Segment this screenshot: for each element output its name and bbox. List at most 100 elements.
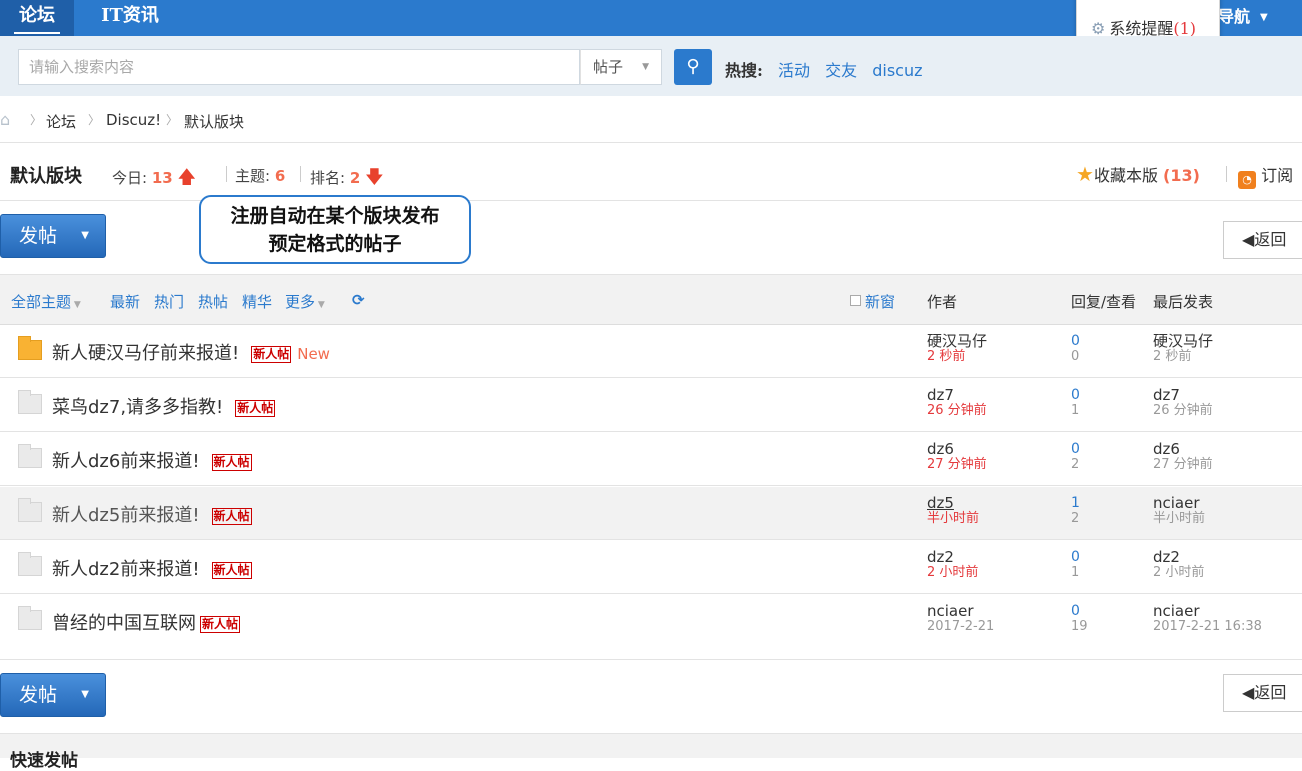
favorite-forum-link[interactable]: ★收藏本版 (13) <box>1076 162 1200 186</box>
thread-row[interactable]: 曾经的中国互联网 新人帖 nciaer 2017-2-21 0 19 nciaer 20… <box>0 595 1302 648</box>
thread-row[interactable]: 新人dz5前来报道! 新人帖 dz5 半小时前 12 nciaer 半小时前 <box>0 487 1302 540</box>
thread-author: nciaer 2017-2-21 <box>927 603 994 635</box>
last-post-user[interactable]: 硬汉马仔 <box>1153 332 1213 350</box>
search-type-value: 帖子 <box>593 58 624 76</box>
back-button-label: 返回 <box>1254 230 1287 249</box>
favorite-count: (13) <box>1163 166 1200 185</box>
thread-row[interactable]: 新人dz2前来报道! 新人帖 dz2 2 小时前 01 dz2 2 小时前 <box>0 541 1302 594</box>
thread-title[interactable]: 菜鸟dz7,请多多指教! 新人帖 <box>52 393 276 419</box>
divider <box>1226 166 1227 182</box>
last-post-time[interactable]: 半小时前 <box>1153 511 1205 527</box>
divider <box>300 166 301 182</box>
thread-title[interactable]: 新人硬汉马仔前来报道! 新人帖 New <box>52 339 330 365</box>
rss-subscribe-link[interactable]: ◔ 订阅 <box>1238 162 1293 189</box>
filter-hot-post[interactable]: 热帖 <box>198 291 228 312</box>
back-button[interactable]: ◀返回 <box>1223 221 1302 259</box>
thread-author: dz6 27 分钟前 <box>927 441 987 473</box>
author-name[interactable]: dz5 <box>927 494 954 512</box>
post-button[interactable]: 发帖 ▼ <box>0 214 106 258</box>
thread-title[interactable]: 新人dz6前来报道! 新人帖 <box>52 447 252 473</box>
callout-line: 注册自动在某个版块发布 <box>230 205 440 227</box>
last-post-time[interactable]: 27 分钟前 <box>1153 457 1213 473</box>
last-post-user[interactable]: nciaer <box>1153 602 1200 620</box>
last-post-user[interactable]: dz7 <box>1153 386 1180 404</box>
filter-digest[interactable]: 精华 <box>242 291 272 312</box>
filter-more-label: 更多 <box>285 293 316 311</box>
thread-title[interactable]: 新人dz2前来报道! 新人帖 <box>52 555 252 581</box>
author-name[interactable]: dz6 <box>927 440 954 458</box>
thread-title[interactable]: 曾经的中国互联网 新人帖 <box>52 609 241 635</box>
tab-it-news[interactable]: IT资讯 <box>84 0 176 36</box>
divider <box>0 200 1302 201</box>
rss-icon: ◔ <box>1238 171 1256 189</box>
filter-more[interactable]: 更多 ▼ <box>285 291 325 312</box>
thread-row[interactable]: 新人硬汉马仔前来报道! 新人帖 New 硬汉马仔 2 秒前 00 硬汉马仔 2 秒前 <box>0 325 1302 378</box>
author-name[interactable]: nciaer <box>927 602 974 620</box>
col-last-post: 最后发表 <box>1153 293 1214 311</box>
breadcrumb-discuz[interactable]: Discuz! <box>106 111 161 129</box>
filter-hot[interactable]: 热门 <box>154 291 184 312</box>
back-button[interactable]: ◀返回 <box>1223 674 1302 712</box>
author-name[interactable]: dz2 <box>927 548 954 566</box>
search-input[interactable] <box>18 49 580 85</box>
last-post-time[interactable]: 2 小时前 <box>1153 565 1204 581</box>
chevron-down-icon: ▼ <box>315 300 325 310</box>
post-button-label: 发帖 <box>19 225 58 247</box>
hot-searches: 热搜: 活动 交友 discuz <box>725 57 923 81</box>
new-window-toggle[interactable]: 新窗 <box>850 291 895 312</box>
thread-list-header: 全部主题 ▼ 最新 热门 热帖 精华 更多 ▼ ⟳ 新窗 作者 回复/查看 最后… <box>0 274 1302 325</box>
author-name[interactable]: dz7 <box>927 386 954 404</box>
reply-count[interactable]: 0 <box>1071 549 1080 565</box>
search-button[interactable]: ⚲ <box>674 49 712 85</box>
thread-tag: 新人帖 <box>235 400 276 417</box>
last-post-time[interactable]: 2 秒前 <box>1153 349 1213 365</box>
hot-search-link[interactable]: 活动 <box>778 61 810 80</box>
author-name[interactable]: 硬汉马仔 <box>927 332 987 350</box>
reply-count[interactable]: 0 <box>1071 441 1080 457</box>
breadcrumb-separator: 〉 <box>30 113 43 127</box>
filter-all[interactable]: 全部主题 ▼ <box>11 291 81 312</box>
last-post-user[interactable]: dz6 <box>1153 440 1180 458</box>
rss-label: 订阅 <box>1261 166 1294 185</box>
reply-count[interactable]: 1 <box>1071 495 1080 511</box>
view-count: 1 <box>1071 403 1080 418</box>
reply-count[interactable]: 0 <box>1071 387 1080 403</box>
post-button[interactable]: 发帖 ▼ <box>0 673 106 717</box>
today-count: 13 <box>151 169 173 187</box>
thread-title[interactable]: 新人dz5前来报道! 新人帖 <box>52 501 252 527</box>
thread-author: dz2 2 小时前 <box>927 549 978 581</box>
last-post-time[interactable]: 26 分钟前 <box>1153 403 1213 419</box>
last-post-user[interactable]: dz2 <box>1153 548 1180 566</box>
last-post: nciaer 半小时前 <box>1153 495 1205 527</box>
back-button-label: 返回 <box>1254 683 1287 702</box>
view-count: 19 <box>1071 619 1088 634</box>
breadcrumb-forum[interactable]: 论坛 <box>46 111 76 132</box>
search-type-select[interactable]: 帖子 ▼ <box>580 49 662 85</box>
tab-forum[interactable]: 论坛 <box>0 0 74 36</box>
refresh-icon[interactable]: ⟳ <box>352 291 365 309</box>
filter-latest[interactable]: 最新 <box>110 291 140 312</box>
callout-line: 预定格式的帖子 <box>268 233 402 255</box>
rank-stat: 排名: 2 🡇 <box>310 165 384 195</box>
last-post-time[interactable]: 2017-2-21 16:38 <box>1153 619 1262 635</box>
new-window-checkbox[interactable] <box>850 295 861 306</box>
star-icon: ★ <box>1076 162 1094 186</box>
thread-author: 硬汉马仔 2 秒前 <box>927 333 987 365</box>
post-time: 2017-2-21 <box>927 619 995 634</box>
thread-author: dz7 26 分钟前 <box>927 387 987 419</box>
hot-search-link[interactable]: discuz <box>872 61 922 80</box>
home-icon[interactable]: ⌂ <box>0 110 10 129</box>
hot-search-link[interactable]: 交友 <box>825 61 857 80</box>
thread-row[interactable]: 菜鸟dz7,请多多指教! 新人帖 dz7 26 分钟前 01 dz7 26 分钟前 <box>0 379 1302 432</box>
quick-post-section: 快速发帖 <box>0 733 1302 771</box>
quick-post-title: 快速发帖 <box>10 751 78 771</box>
new-window-label: 新窗 <box>865 293 896 311</box>
nav-menu[interactable]: 导航 ▼ <box>1218 0 1268 36</box>
last-post: dz7 26 分钟前 <box>1153 387 1213 419</box>
today-label: 今日: <box>112 169 148 187</box>
thread-row[interactable]: 新人dz6前来报道! 新人帖 dz6 27 分钟前 02 dz6 27 分钟前 <box>0 433 1302 486</box>
reply-count[interactable]: 0 <box>1071 603 1088 619</box>
reply-count[interactable]: 0 <box>1071 333 1080 349</box>
folder-icon <box>18 390 42 414</box>
last-post-user[interactable]: nciaer <box>1153 494 1200 512</box>
